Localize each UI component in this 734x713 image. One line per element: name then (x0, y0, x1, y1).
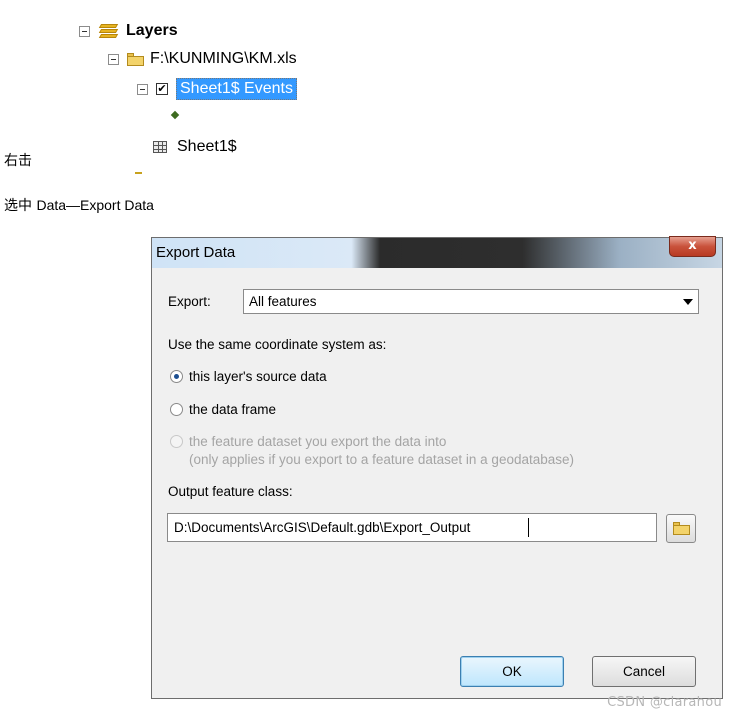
table-label: Sheet1$ (177, 138, 237, 155)
select-prefix: 选中 (4, 198, 37, 214)
radio-source-data-label[interactable]: this layer's source data (189, 369, 327, 384)
dialog-title: Export Data (156, 244, 236, 261)
select-note: 选中 Data—Export Data (4, 195, 154, 215)
radio-feature-dataset (170, 435, 183, 448)
ok-button[interactable]: OK (460, 656, 564, 687)
coordinate-system-label: Use the same coordinate system as: (168, 337, 387, 352)
point-symbol-icon (170, 110, 180, 120)
chevron-down-icon[interactable] (683, 299, 693, 305)
toc-row-workbook[interactable]: F:\KUNMING\KM.xls (108, 48, 297, 70)
open-folder-icon (673, 522, 690, 535)
layer-visibility-checkbox[interactable]: ✔ (156, 83, 168, 95)
text-caret (528, 518, 529, 537)
events-layer-label[interactable]: Sheet1$ Events (176, 78, 297, 100)
export-select[interactable]: All features (243, 289, 699, 314)
table-icon (153, 141, 167, 153)
radio-data-frame[interactable] (170, 403, 183, 416)
close-icon: x (688, 238, 697, 253)
browse-button[interactable] (666, 514, 696, 543)
watermark: CSDN @clarahou (607, 695, 722, 710)
workbook-label: F:\KUNMING\KM.xls (150, 50, 297, 67)
toc-row-events-layer[interactable]: ✔ Sheet1$ Events (137, 78, 297, 100)
radio-source-data[interactable] (170, 370, 183, 383)
output-path-input[interactable]: D:\Documents\ArcGIS\Default.gdb\Export_O… (167, 513, 657, 542)
cancel-button[interactable]: Cancel (592, 656, 696, 687)
radio-feature-dataset-sublabel: (only applies if you export to a feature… (189, 452, 575, 467)
collapse-icon[interactable] (137, 83, 148, 95)
export-data-dialog: Export Data x Export: All features Use t… (151, 236, 723, 699)
layers-icon (98, 22, 120, 40)
output-path-value: D:\Documents\ArcGIS\Default.gdb\Export_O… (174, 520, 471, 535)
export-label: Export: (168, 294, 211, 309)
folder-icon (127, 52, 144, 66)
toc-row-table[interactable]: Sheet1$ (153, 136, 237, 158)
collapse-icon[interactable] (108, 53, 119, 65)
title-bar[interactable]: Export Data x (152, 236, 722, 268)
radio-data-frame-label[interactable]: the data frame (189, 402, 276, 417)
export-select-value: All features (249, 294, 317, 309)
output-feature-class-label: Output feature class: (168, 484, 293, 499)
close-button[interactable]: x (669, 236, 716, 257)
radio-feature-dataset-label: the feature dataset you export the data … (189, 434, 447, 449)
collapse-icon[interactable] (79, 25, 90, 37)
right-click-note: 右击 (4, 153, 32, 169)
layers-label: Layers (126, 22, 178, 39)
symbol-dash (135, 172, 142, 174)
select-path: Data—Export Data (36, 197, 154, 213)
toc-row-layers[interactable]: Layers (79, 20, 178, 42)
